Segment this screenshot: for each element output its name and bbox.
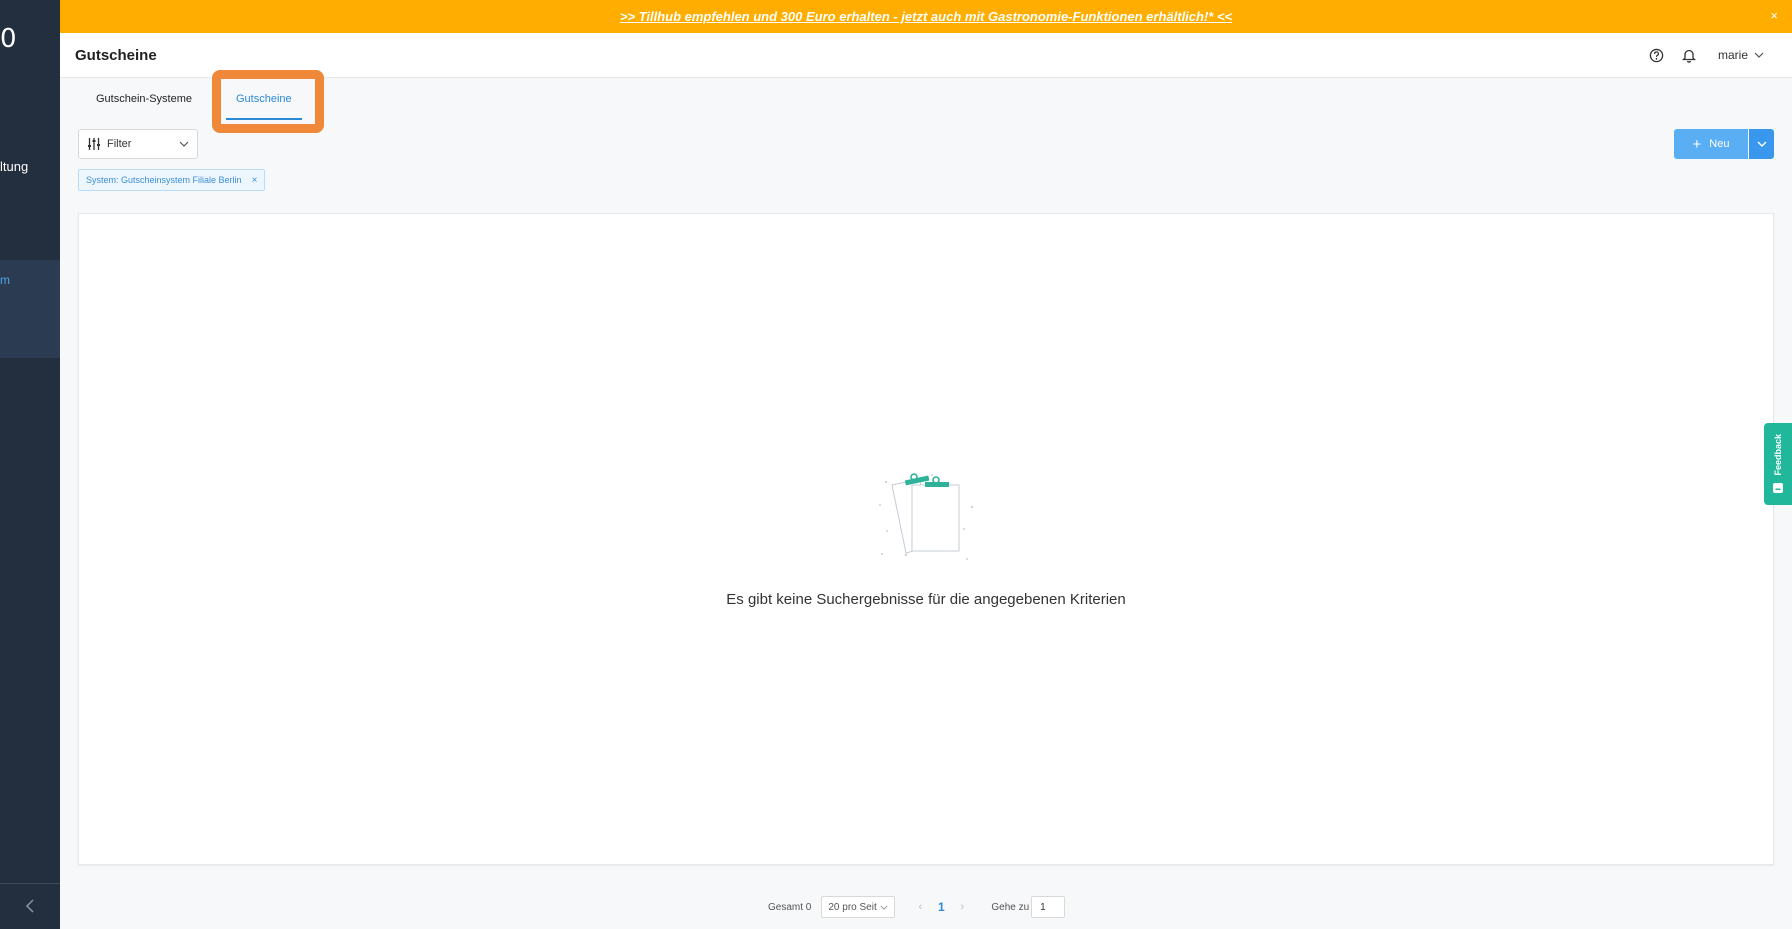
new-button-group: + Neu — [1674, 129, 1774, 159]
per-page-select[interactable]: 20 pro Seit — [821, 896, 896, 918]
tab-gutscheine[interactable]: Gutscheine — [225, 90, 302, 120]
user-menu[interactable]: marie — [1718, 48, 1764, 62]
new-button-label: Neu — [1709, 138, 1730, 150]
promo-banner-link[interactable]: >> Tillhub empfehlen und 300 Euro erhalt… — [620, 9, 1232, 24]
filter-label: Filter — [107, 138, 132, 150]
tab-gutschein-systeme[interactable]: Gutschein-Systeme — [86, 90, 202, 114]
prev-page-icon[interactable]: ‹ — [913, 901, 927, 913]
sidebar-item-active-partial[interactable]: m — [0, 273, 60, 287]
sidebar-collapse-button[interactable] — [20, 896, 40, 916]
chevron-down-icon — [880, 905, 888, 910]
user-name: marie — [1717, 48, 1748, 62]
pagination: Gesamt 0 20 pro Seit ‹ 1 › Gehe zu — [768, 896, 1066, 918]
chat-icon — [1773, 482, 1783, 493]
next-page-icon[interactable]: › — [955, 901, 969, 913]
help-icon — [1650, 48, 1664, 62]
sidebar-divider — [0, 883, 60, 884]
banner-close-icon[interactable]: × — [1770, 8, 1778, 23]
chevron-down-icon — [1754, 52, 1764, 58]
goto-page-input[interactable] — [1031, 896, 1066, 918]
goto-label: Gehe zu — [991, 901, 1030, 913]
header-actions: marie — [1648, 46, 1764, 64]
filter-dropdown[interactable]: Filter — [78, 129, 198, 159]
sidebar: 0 ltung m — [0, 0, 60, 929]
total-count: Gesamt 0 — [768, 901, 812, 913]
sliders-icon — [88, 138, 100, 150]
chevron-down-icon — [1757, 141, 1766, 147]
results-panel: Es gibt keine Suchergebnisse für die ang… — [78, 213, 1774, 865]
active-filter-label: System: Gutscheinsystem Filiale Berlin — [86, 175, 242, 185]
chevron-down-icon — [179, 141, 189, 147]
page-header: Gutscheine marie — [60, 33, 1792, 78]
empty-state-message: Es gibt keine Suchergebnisse für die ang… — [726, 591, 1126, 608]
promo-banner: >> Tillhub empfehlen und 300 Euro erhalt… — [60, 0, 1792, 33]
notifications-button[interactable] — [1680, 46, 1698, 64]
per-page-value: 20 pro Seit — [828, 901, 877, 913]
sidebar-item-partial[interactable]: ltung — [0, 159, 60, 174]
page-number[interactable]: 1 — [927, 900, 955, 914]
active-filter-chip: System: Gutscheinsystem Filiale Berlin × — [78, 169, 266, 191]
bell-icon — [1681, 49, 1696, 63]
page-title: Gutscheine — [75, 47, 157, 64]
remove-filter-icon[interactable]: × — [252, 175, 258, 186]
logo-fragment: 0 — [0, 24, 17, 54]
chevron-left-icon — [25, 899, 34, 913]
plus-icon: + — [1692, 135, 1702, 153]
tab-bar: Gutschein-Systeme Gutscheine — [76, 90, 302, 120]
new-dropdown-button[interactable] — [1748, 129, 1774, 159]
feedback-label: Feedback — [1773, 434, 1783, 476]
new-button[interactable]: + Neu — [1674, 129, 1748, 159]
empty-clipboard-illustration — [879, 473, 974, 560]
help-button[interactable] — [1648, 46, 1666, 64]
feedback-tab[interactable]: Feedback — [1764, 423, 1792, 505]
